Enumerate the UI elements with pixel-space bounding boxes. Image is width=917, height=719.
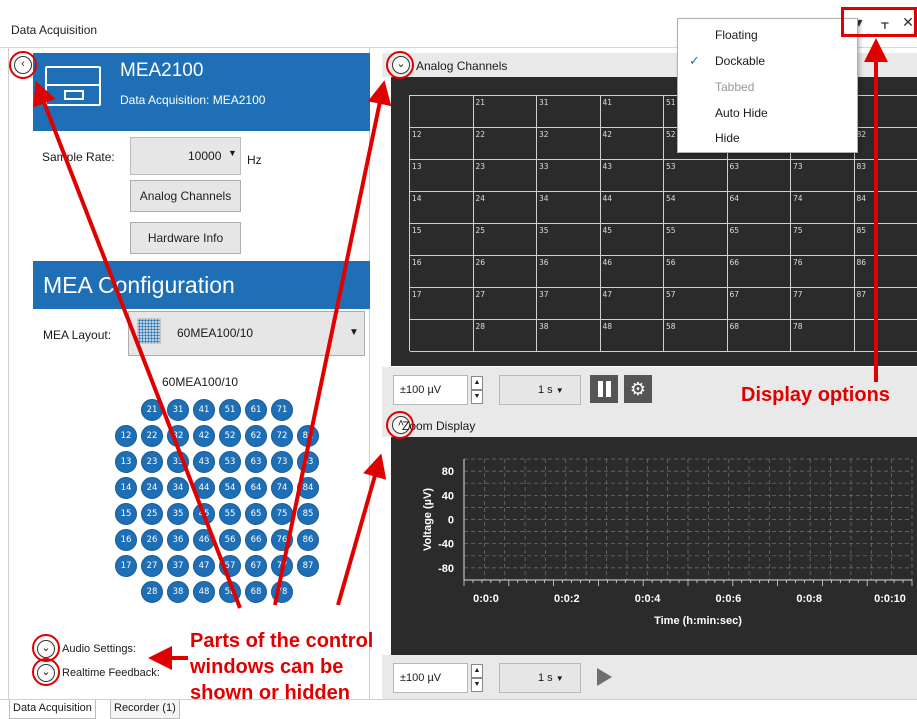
parts-annotation-line3: shown or hidden — [190, 682, 350, 704]
display-options-annotation: Display options — [741, 384, 890, 406]
annotation-arrows — [33, 38, 888, 670]
parts-annotation-line2: windows can be — [190, 656, 344, 678]
parts-annotation-line1: Parts of the control — [190, 630, 374, 652]
